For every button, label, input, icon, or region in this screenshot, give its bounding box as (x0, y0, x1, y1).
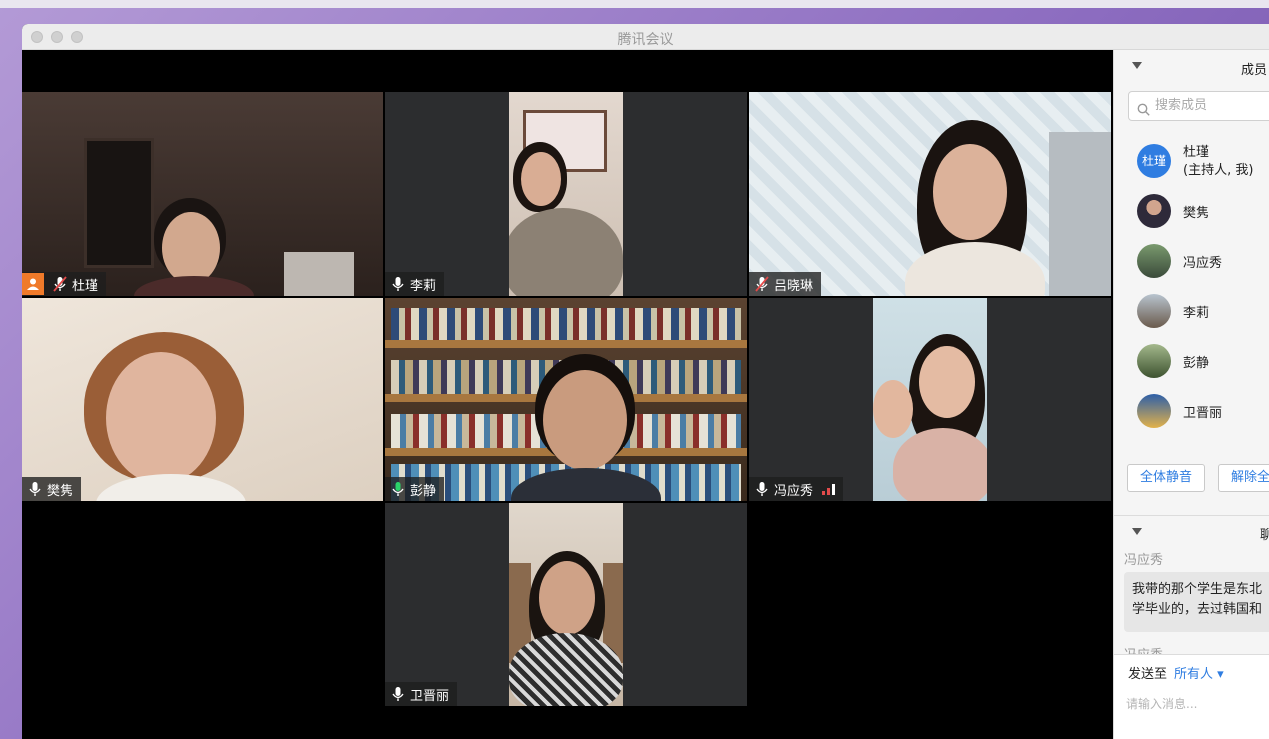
chat-message: 我带的那个学生是东北 学毕业的，去过韩国和 (1124, 572, 1269, 632)
video-tile-feng-yingxiu[interactable]: 冯应秀 (749, 298, 1111, 501)
chat-line: 学毕业的，去过韩国和 (1132, 602, 1263, 617)
participant-body (509, 633, 623, 706)
member-name: 彭静 (1183, 356, 1210, 371)
participant-face (919, 346, 975, 418)
member-name: 樊隽 (1183, 206, 1210, 221)
avatar (1137, 394, 1171, 428)
window-title: 腾讯会议 (617, 32, 674, 48)
participant-name: 李莉 (410, 278, 437, 294)
video-grid: 杜瑾 李莉 吕晓琳 樊隽 彭静 冯应秀 卫晋丽 (22, 50, 1113, 739)
participant-label: 樊隽 (22, 477, 82, 501)
participant-label: 李莉 (385, 272, 445, 296)
member-name: 冯应秀 (1183, 256, 1223, 271)
member-name: 李莉 (1183, 306, 1210, 321)
video-tile-fan-jun[interactable]: 樊隽 (22, 298, 383, 501)
members-title: 成员 (1241, 63, 1268, 78)
participant-face (543, 370, 627, 470)
video-tile-du-jin[interactable]: 杜瑾 (22, 92, 383, 296)
send-to-label: 发送至 (1128, 667, 1168, 682)
send-to-value: 所有人 (1174, 667, 1214, 682)
books (391, 308, 741, 340)
chat-title: 聊 (1260, 524, 1269, 543)
bookshelf (385, 340, 747, 348)
mic-icon (391, 686, 405, 702)
avatar: 杜瑾 (1137, 144, 1171, 178)
participant-face (162, 212, 220, 284)
video-tile-peng-jing[interactable]: 彭静 (385, 298, 747, 501)
video-tile-lv-xiaolin[interactable]: 吕晓琳 (749, 92, 1111, 296)
curtain-background (1049, 132, 1111, 296)
video-tile-li-li[interactable]: 李莉 (385, 92, 747, 296)
participant-label: 卫晋丽 (385, 682, 458, 706)
dropdown-arrow-icon: ▾ (1217, 667, 1224, 682)
member-list: 杜瑾 杜瑾 (主持人, 我) 樊隽 冯应秀 李莉 彭静 卫晋丽 (1114, 136, 1269, 444)
mic-muted-icon (755, 276, 769, 292)
collapse-arrow-icon[interactable] (1132, 62, 1142, 69)
video-feed (873, 298, 987, 501)
weak-signal-icon (822, 483, 836, 495)
chat-sender: 冯应秀 (1124, 553, 1164, 568)
participant-face (539, 561, 595, 635)
member-item[interactable]: 冯应秀 (1114, 236, 1269, 286)
participant-name: 冯应秀 (774, 483, 814, 499)
avatar (1137, 244, 1171, 278)
chat-header[interactable]: 聊 (1114, 515, 1269, 545)
video-feed (509, 92, 623, 296)
participant-name: 卫晋丽 (410, 688, 450, 704)
host-badge-icon (22, 273, 44, 295)
member-item[interactable]: 李莉 (1114, 286, 1269, 336)
participant-name: 杜瑾 (72, 278, 99, 294)
participant-hand (873, 380, 913, 438)
chat-line: 我带的那个学生是东北 (1132, 582, 1263, 597)
side-panel: 成员 搜索成员 杜瑾 杜瑾 (主持人, 我) 樊隽 冯应秀 李莉 彭静 卫晋丽 … (1113, 50, 1269, 739)
title-bar: 腾讯会议 (22, 24, 1269, 50)
participant-face (106, 352, 216, 484)
member-item[interactable]: 卫晋丽 (1114, 386, 1269, 436)
avatar (1137, 294, 1171, 328)
members-header[interactable]: 成员 (1114, 50, 1269, 84)
search-icon (1137, 99, 1150, 127)
member-name: 卫晋丽 (1183, 406, 1223, 421)
video-tile-wei-jinli[interactable]: 卫晋丽 (385, 503, 747, 706)
mic-muted-icon (53, 276, 67, 292)
send-to-dropdown[interactable]: 所有人 ▾ (1174, 663, 1224, 682)
member-name: 杜瑾 (主持人, 我) (1183, 145, 1254, 178)
message-input[interactable]: 请输入消息... (1126, 695, 1197, 712)
participant-label: 吕晓琳 (749, 272, 822, 296)
printer-background (284, 252, 354, 296)
participant-label: 冯应秀 (749, 477, 844, 501)
doorway-background (84, 138, 154, 268)
search-placeholder: 搜索成员 (1155, 98, 1208, 113)
participant-label: 杜瑾 (22, 272, 107, 296)
member-item[interactable]: 樊隽 (1114, 186, 1269, 236)
participant-body (509, 208, 623, 296)
participant-name: 彭静 (410, 483, 437, 499)
participant-name: 樊隽 (47, 483, 74, 499)
macos-menu-bar (0, 0, 1269, 8)
mic-icon (28, 481, 42, 497)
mic-icon (391, 481, 405, 497)
participant-face (933, 144, 1007, 240)
participant-face (521, 152, 561, 206)
mic-icon (755, 481, 769, 497)
meeting-window: 腾讯会议 杜瑾 李莉 吕晓琳 樊隽 彭静 冯应秀 卫晋丽 成员 搜索成员 杜瑾 … (22, 24, 1269, 739)
member-actions: 全体静音 解除全 (1114, 464, 1269, 494)
chat-compose: 发送至 所有人 ▾ 请输入消息... (1114, 654, 1269, 739)
mic-icon (391, 276, 405, 292)
member-item[interactable]: 杜瑾 杜瑾 (主持人, 我) (1114, 136, 1269, 186)
collapse-arrow-icon[interactable] (1132, 528, 1142, 535)
member-item[interactable]: 彭静 (1114, 336, 1269, 386)
avatar (1137, 194, 1171, 228)
unmute-all-button[interactable]: 解除全 (1218, 464, 1269, 492)
participant-body (893, 428, 987, 501)
video-feed (509, 503, 623, 706)
mute-all-button[interactable]: 全体静音 (1127, 464, 1206, 492)
member-search-input[interactable]: 搜索成员 (1128, 91, 1269, 121)
participant-name: 吕晓琳 (774, 278, 814, 294)
avatar (1137, 344, 1171, 378)
participant-label: 彭静 (385, 477, 445, 501)
